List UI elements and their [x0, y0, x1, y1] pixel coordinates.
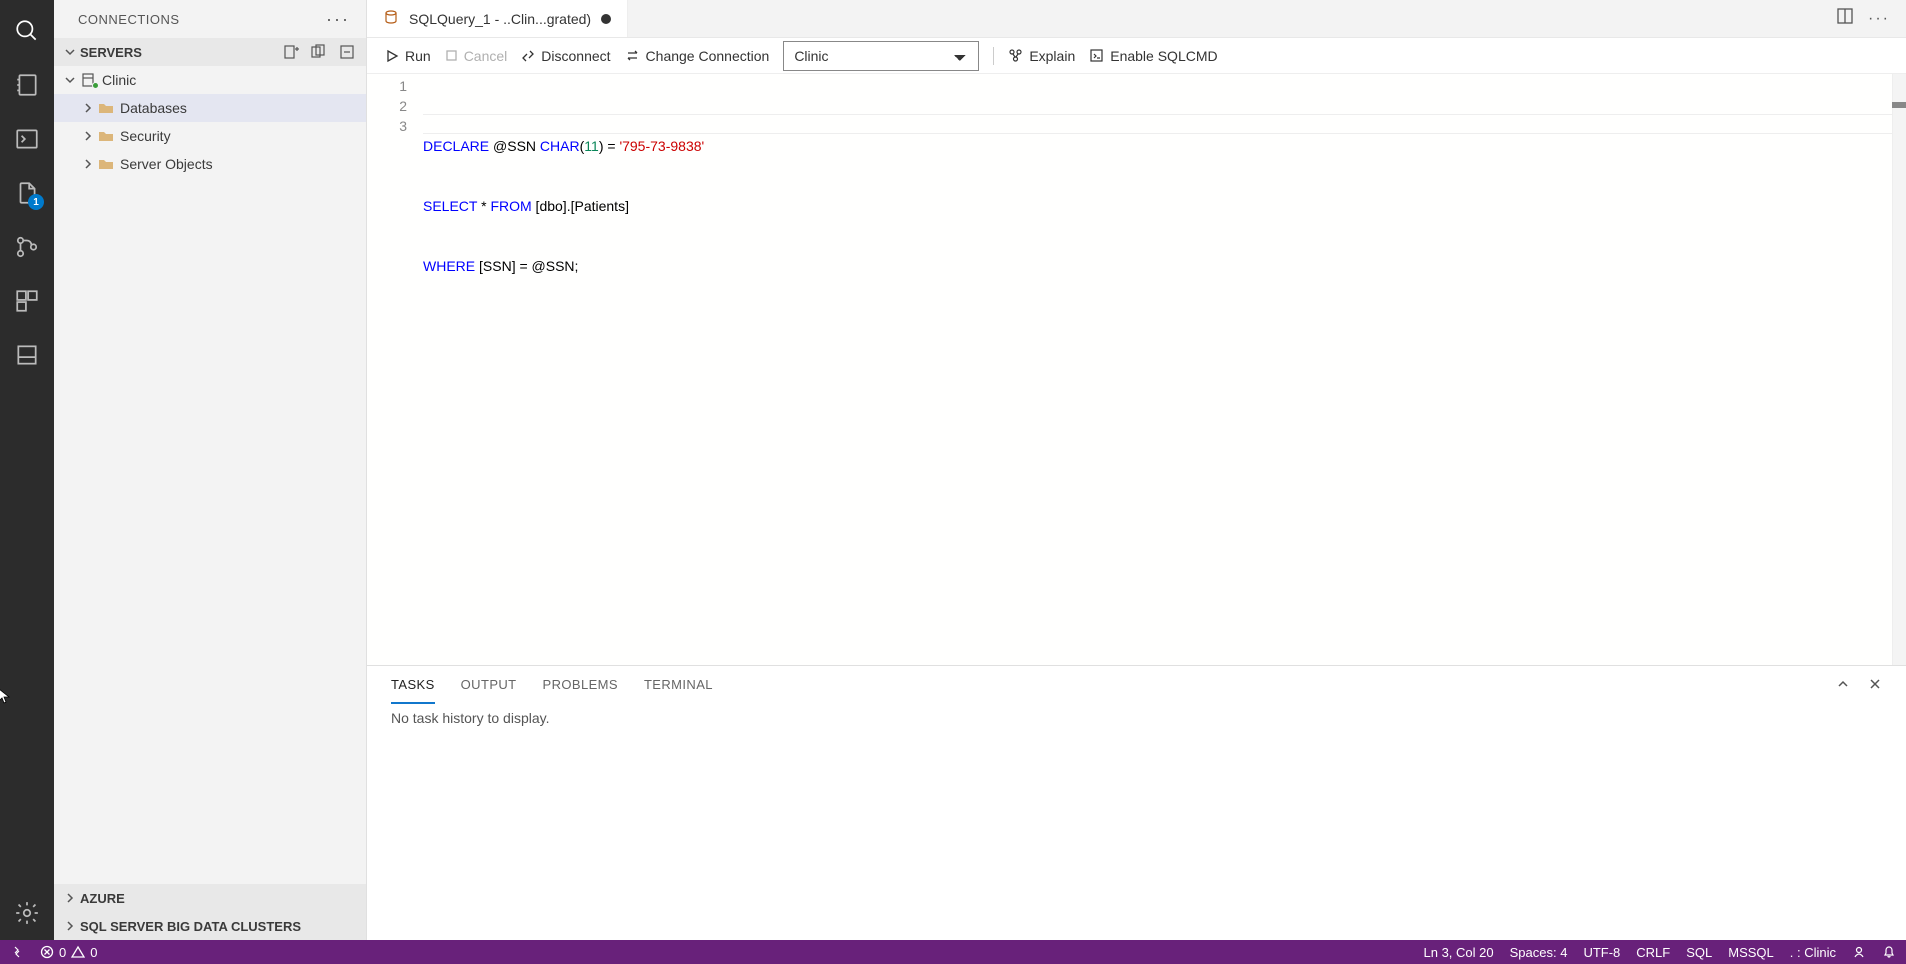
- chevron-right-icon: [62, 920, 78, 932]
- new-group-icon[interactable]: [308, 41, 330, 63]
- code-editor[interactable]: 1 2 3 DECLARE @SSN CHAR(11) = '795-73-98…: [367, 74, 1906, 665]
- panel-tab-tasks[interactable]: TASKS: [391, 666, 435, 704]
- cancel-button: Cancel: [445, 48, 508, 64]
- tree-item-databases[interactable]: Databases: [54, 94, 366, 122]
- status-provider[interactable]: MSSQL: [1728, 945, 1774, 960]
- editor-column: SQLQuery_1 - ..Clin...grated) ··· Run Ca…: [367, 0, 1906, 940]
- query-toolbar: Run Cancel Disconnect Change Connection …: [367, 38, 1906, 74]
- panel-body: No task history to display.: [367, 704, 1906, 940]
- server-icon: [78, 72, 98, 88]
- panel-tab-problems[interactable]: PROBLEMS: [543, 666, 618, 704]
- section-servers[interactable]: SERVERS: [54, 38, 366, 66]
- run-button[interactable]: Run: [385, 48, 431, 64]
- chevron-down-icon: [62, 46, 78, 58]
- sidebar-more-icon[interactable]: ···: [326, 9, 350, 30]
- split-editor-icon[interactable]: [1836, 7, 1854, 30]
- disconnect-button[interactable]: Disconnect: [521, 48, 610, 64]
- panel-maximize-icon[interactable]: [1836, 677, 1850, 694]
- folder-icon: [96, 156, 116, 172]
- tab-title: SQLQuery_1 - ..Clin...grated): [409, 11, 591, 27]
- folder-icon: [96, 128, 116, 144]
- tabs-row: SQLQuery_1 - ..Clin...grated) ···: [367, 0, 1906, 38]
- status-encoding[interactable]: UTF-8: [1583, 945, 1620, 960]
- activity-source-control-icon[interactable]: [0, 220, 54, 274]
- section-label: AZURE: [80, 891, 358, 906]
- activity-bar: 1: [0, 0, 54, 940]
- status-problems[interactable]: 0 0: [40, 945, 97, 960]
- chevron-right-icon: [62, 892, 78, 904]
- editor-tab[interactable]: SQLQuery_1 - ..Clin...grated): [367, 0, 628, 37]
- tree-label: Server Objects: [120, 156, 213, 172]
- collapse-all-icon[interactable]: [336, 41, 358, 63]
- code-content[interactable]: DECLARE @SSN CHAR(11) = '795-73-9838' SE…: [423, 74, 1906, 665]
- enable-sqlcmd-button[interactable]: Enable SQLCMD: [1089, 48, 1217, 64]
- activity-notebook-icon[interactable]: [0, 58, 54, 112]
- panel-tab-output[interactable]: OUTPUT: [461, 666, 517, 704]
- tree-item-security[interactable]: Security: [54, 122, 366, 150]
- activity-search-icon[interactable]: [0, 4, 54, 58]
- tree-item-server-objects[interactable]: Server Objects: [54, 150, 366, 178]
- server-tree: Clinic Databases Security Server Objects: [54, 66, 366, 884]
- connection-select[interactable]: Clinic: [783, 41, 979, 71]
- explain-button[interactable]: Explain: [1008, 48, 1075, 64]
- line-gutter: 1 2 3: [367, 74, 423, 665]
- chevron-right-icon: [80, 158, 96, 170]
- sidebar-title: CONNECTIONS: [78, 12, 180, 27]
- activity-terminal-icon[interactable]: [0, 112, 54, 166]
- overview-ruler[interactable]: [1892, 74, 1906, 665]
- status-spaces[interactable]: Spaces: 4: [1510, 945, 1568, 960]
- folder-icon: [96, 100, 116, 116]
- status-eol[interactable]: CRLF: [1636, 945, 1670, 960]
- status-host-icon[interactable]: [10, 945, 24, 959]
- tab-more-icon[interactable]: ···: [1868, 10, 1890, 28]
- tree-server-root[interactable]: Clinic: [54, 66, 366, 94]
- status-bell-icon[interactable]: [1882, 945, 1896, 959]
- chevron-right-icon: [80, 130, 96, 142]
- activity-badge: 1: [28, 194, 44, 210]
- sidebar: CONNECTIONS ··· SERVERS: [54, 0, 367, 940]
- panel-tab-terminal[interactable]: TERMINAL: [644, 666, 713, 704]
- section-azure[interactable]: AZURE: [54, 884, 366, 912]
- status-language[interactable]: SQL: [1686, 945, 1712, 960]
- status-cursor[interactable]: Ln 3, Col 20: [1424, 945, 1494, 960]
- overview-mark: [1892, 102, 1906, 108]
- status-feedback-icon[interactable]: [1852, 945, 1866, 959]
- panel-close-icon[interactable]: [1868, 677, 1882, 694]
- chevron-right-icon: [80, 102, 96, 114]
- change-connection-button[interactable]: Change Connection: [625, 48, 770, 64]
- new-connection-icon[interactable]: [280, 41, 302, 63]
- bottom-panel: TASKS OUTPUT PROBLEMS TERMINAL No task h…: [367, 665, 1906, 940]
- tree-label: Databases: [120, 100, 187, 116]
- chevron-down-icon: [62, 74, 78, 86]
- status-connection[interactable]: . : Clinic: [1790, 945, 1836, 960]
- section-label: SERVERS: [80, 45, 280, 60]
- sidebar-title-row: CONNECTIONS ···: [54, 0, 366, 38]
- panel-tabs: TASKS OUTPUT PROBLEMS TERMINAL: [367, 666, 1906, 704]
- tree-label: Security: [120, 128, 171, 144]
- dirty-indicator-icon: [601, 14, 611, 24]
- current-line-highlight: [423, 114, 1906, 134]
- database-icon: [383, 9, 399, 28]
- activity-panel-icon[interactable]: [0, 328, 54, 382]
- section-bigdata[interactable]: SQL SERVER BIG DATA CLUSTERS: [54, 912, 366, 940]
- activity-explorer-icon[interactable]: 1: [0, 166, 54, 220]
- section-label: SQL SERVER BIG DATA CLUSTERS: [80, 919, 358, 934]
- status-bar: 0 0 Ln 3, Col 20 Spaces: 4 UTF-8 CRLF SQ…: [0, 940, 1906, 964]
- tree-label: Clinic: [102, 72, 136, 88]
- activity-settings-icon[interactable]: [0, 886, 54, 940]
- activity-extensions-icon[interactable]: [0, 274, 54, 328]
- toolbar-separator: [993, 47, 994, 65]
